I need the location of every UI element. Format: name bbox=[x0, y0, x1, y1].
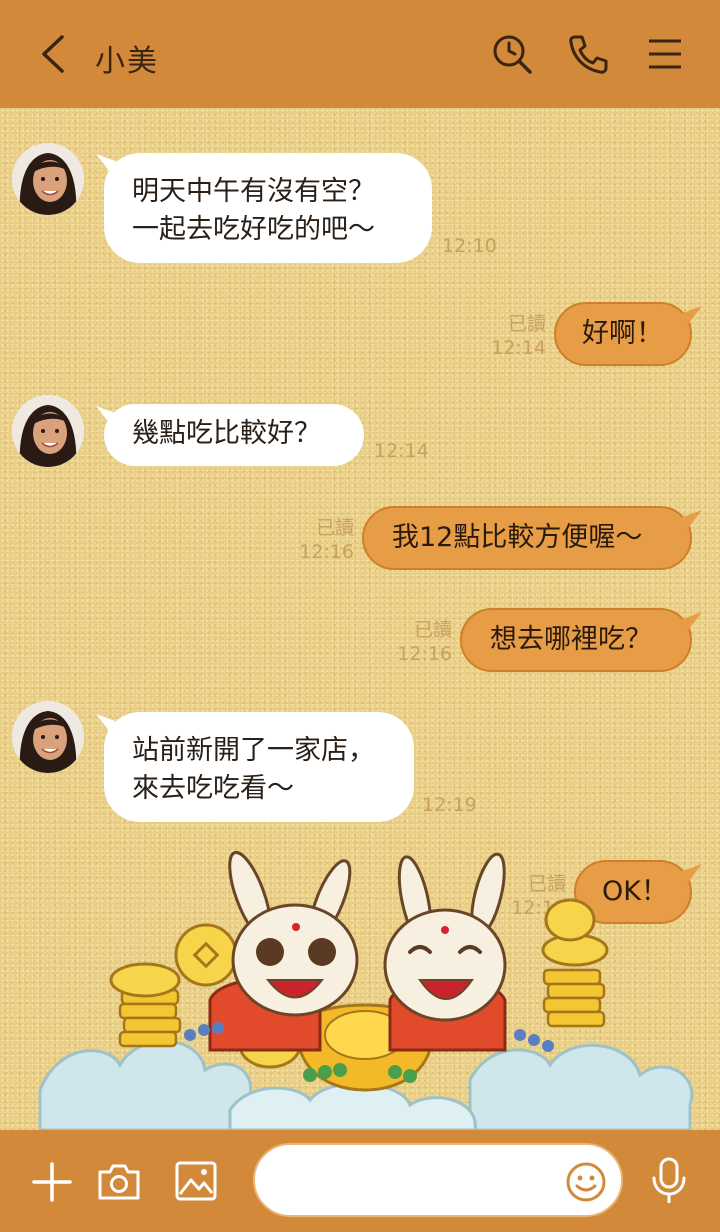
camera-icon bbox=[98, 1164, 140, 1200]
message-line: 幾點吃比較好？ bbox=[132, 418, 321, 449]
phone-icon bbox=[569, 35, 608, 74]
message-time: 12:16 bbox=[299, 541, 354, 563]
add-button[interactable] bbox=[30, 1160, 74, 1204]
avatar[interactable] bbox=[12, 143, 84, 215]
back-button[interactable] bbox=[36, 34, 72, 74]
message-input-bar bbox=[0, 1130, 720, 1232]
message-time: 12:19 bbox=[422, 794, 477, 816]
search-icon bbox=[493, 35, 532, 74]
voice-button[interactable] bbox=[650, 1156, 688, 1206]
incoming-message[interactable]: 幾點吃比較好？ bbox=[104, 404, 364, 466]
avatar[interactable] bbox=[12, 701, 84, 773]
contact-photo-icon bbox=[12, 701, 84, 773]
message-line: 站前新開了一家店， bbox=[132, 735, 375, 766]
gallery-button[interactable] bbox=[174, 1160, 218, 1202]
search-button[interactable] bbox=[490, 32, 534, 76]
message-line: 來去吃吃看～ bbox=[132, 773, 294, 804]
back-icon bbox=[42, 35, 64, 73]
contact-photo-icon bbox=[12, 395, 84, 467]
outgoing-message[interactable]: 好啊！ bbox=[554, 302, 692, 366]
message-input[interactable] bbox=[279, 1161, 569, 1201]
message-time: 12:16 bbox=[397, 643, 452, 665]
message-time: 12:14 bbox=[374, 440, 429, 462]
read-receipt: 已讀 bbox=[507, 313, 546, 335]
message-time: 12:14 bbox=[491, 337, 546, 359]
call-button[interactable] bbox=[566, 32, 610, 76]
plus-icon bbox=[32, 1162, 72, 1202]
contact-photo-icon bbox=[12, 143, 84, 215]
chat-header: 小美 bbox=[0, 0, 720, 108]
outgoing-message[interactable]: 我12點比較方便喔～ bbox=[362, 506, 692, 570]
image-icon bbox=[175, 1161, 217, 1201]
chat-area[interactable]: 明天中午有沒有空？ 一起去吃好吃的吧～ 12:10 已讀 12:14 好啊！ 幾… bbox=[0, 108, 720, 1130]
emoji-icon bbox=[566, 1162, 606, 1202]
camera-button[interactable] bbox=[96, 1158, 142, 1204]
message-line: 明天中午有沒有空？ bbox=[132, 176, 375, 207]
microphone-icon bbox=[652, 1157, 686, 1203]
read-receipt: 已讀 bbox=[527, 873, 566, 895]
message-time: 12:19 bbox=[511, 897, 566, 919]
emoji-button[interactable] bbox=[565, 1161, 607, 1203]
outgoing-message[interactable]: OK！ bbox=[574, 860, 692, 924]
message-line: 一起去吃好吃的吧～ bbox=[132, 214, 375, 245]
read-receipt: 已讀 bbox=[413, 619, 452, 641]
message-field-container bbox=[253, 1143, 623, 1217]
outgoing-message[interactable]: 想去哪裡吃？ bbox=[460, 608, 692, 672]
read-receipt: 已讀 bbox=[315, 517, 354, 539]
message-time: 12:10 bbox=[442, 235, 497, 257]
menu-button[interactable] bbox=[643, 32, 687, 76]
contact-name: 小美 bbox=[95, 44, 159, 79]
menu-icon bbox=[649, 39, 681, 69]
incoming-message[interactable]: 站前新開了一家店， 來去吃吃看～ bbox=[104, 712, 414, 822]
incoming-message[interactable]: 明天中午有沒有空？ 一起去吃好吃的吧～ bbox=[104, 153, 432, 263]
avatar[interactable] bbox=[12, 395, 84, 467]
